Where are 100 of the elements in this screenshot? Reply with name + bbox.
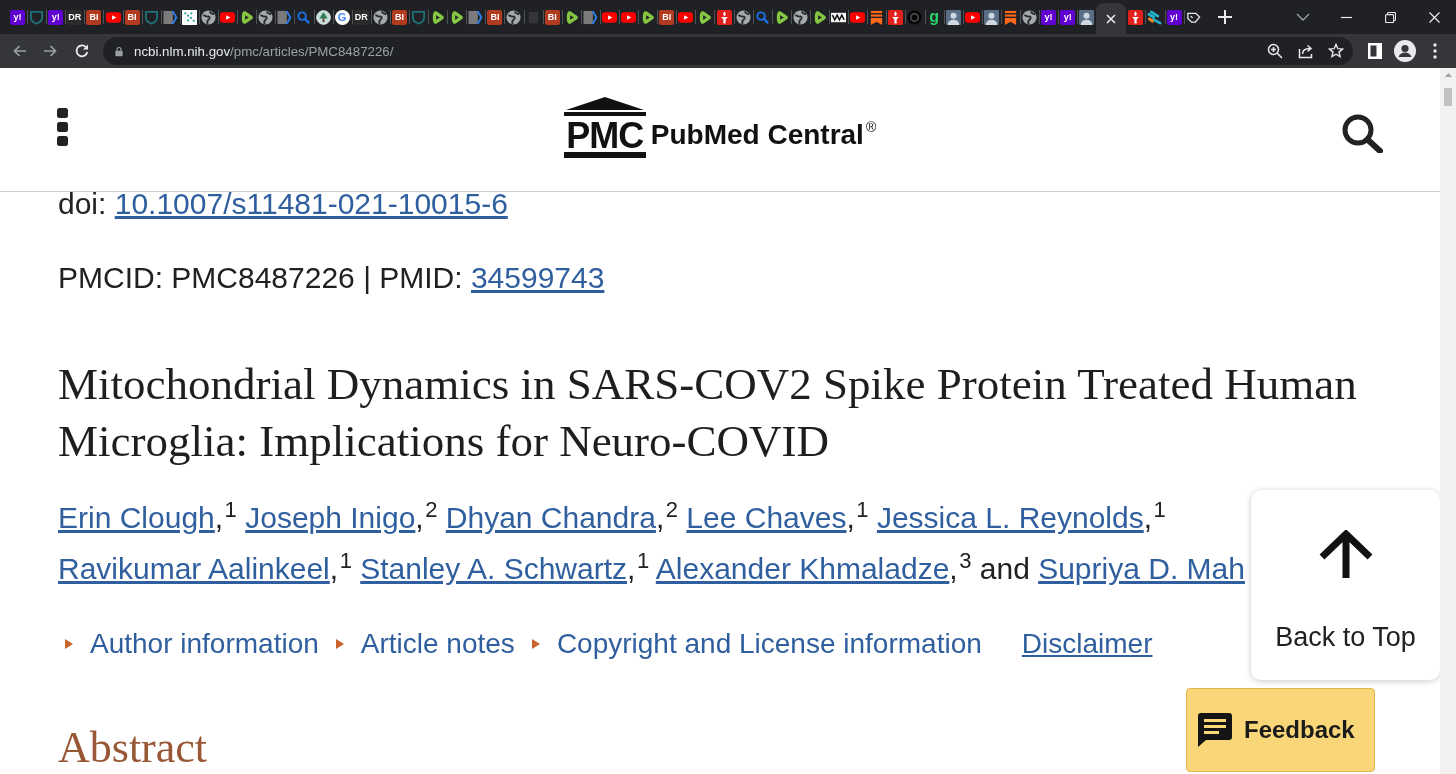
play-icon	[850, 9, 866, 25]
play-icon	[449, 9, 465, 25]
globe-icon	[201, 9, 216, 25]
feedback-button[interactable]: Feedback	[1186, 688, 1375, 772]
chat-bubble-icon	[1198, 713, 1232, 747]
play-icon	[430, 9, 446, 25]
dots-icon	[181, 9, 197, 25]
author-link[interactable]: Joseph Inigo	[245, 501, 416, 534]
chevron-icon	[582, 9, 598, 25]
chevron-icon	[162, 9, 178, 25]
browser-tab[interactable]: g	[924, 0, 944, 34]
lock-icon	[115, 45, 123, 57]
globe-icon	[1022, 9, 1037, 25]
search-icon[interactable]	[1341, 112, 1383, 153]
globe-icon	[258, 9, 274, 25]
author-link[interactable]: Lee Chaves	[686, 501, 847, 534]
menu-icon[interactable]	[1433, 43, 1437, 59]
arrow-right-icon[interactable]	[42, 43, 58, 59]
tree-icon	[315, 9, 331, 25]
globe-icon	[506, 9, 522, 25]
disclaimer-link[interactable]: Disclaimer	[1021, 628, 1153, 660]
globe-icon	[792, 9, 808, 25]
ring-icon	[907, 9, 923, 25]
section-toggle[interactable]: Article notes	[335, 628, 515, 660]
stripes-icon	[1147, 9, 1163, 25]
chevron-icon	[277, 9, 293, 25]
play-icon	[220, 9, 236, 25]
search-icon	[754, 9, 770, 25]
play-icon	[678, 9, 694, 25]
bookmark-icon	[1002, 9, 1018, 25]
chevron-down-icon[interactable]	[1296, 13, 1310, 21]
shield-icon	[411, 9, 426, 25]
torch-icon	[716, 9, 732, 25]
arrow-left-icon[interactable]	[12, 43, 28, 59]
play-icon	[964, 9, 980, 25]
play-icon	[601, 9, 617, 25]
browser-tab[interactable]: y!	[1058, 0, 1078, 34]
person-icon	[945, 9, 961, 25]
bookmark-icon	[869, 9, 885, 25]
article-title: Mitochondrial Dynamics in SARS-COV2 Spike Protein Treated Human Microglia: Implications for Neuro-COVID	[58, 358, 1358, 468]
section-toggle[interactable]: Copyright and License information	[531, 628, 982, 660]
url-text: ncbi.nlm.nih.gov/pmc/articles/PMC8487226/	[134, 43, 394, 59]
author-link[interactable]: Dhyan Chandra	[445, 501, 656, 534]
browser-tab[interactable]: G	[332, 0, 352, 34]
author-link[interactable]: Jessica L. Reynolds	[876, 501, 1144, 534]
browser-tab[interactable]: BI	[84, 0, 104, 34]
close-icon[interactable]	[1428, 11, 1440, 23]
play-icon	[105, 9, 121, 25]
play-icon	[812, 9, 827, 25]
globe-icon	[372, 9, 388, 25]
browser-tab[interactable]: y!	[8, 0, 28, 34]
torch-icon	[1128, 9, 1144, 25]
play-icon	[640, 9, 656, 25]
star-icon[interactable]	[1328, 43, 1344, 59]
section-heading: Abstract	[58, 724, 208, 772]
browser-tab[interactable]: y!	[1039, 0, 1059, 34]
browser-tab[interactable]: BI	[389, 0, 409, 34]
author-link[interactable]: Ravikumar Aalinkeel	[58, 552, 330, 585]
back-to-top-button[interactable]: Back to Top	[1251, 490, 1440, 680]
close-icon[interactable]	[1106, 13, 1117, 24]
scroll-thumb[interactable]	[1444, 88, 1452, 106]
person-icon	[1079, 9, 1095, 25]
logo-title[interactable]: PubMed Central$^{®}$	[650, 120, 877, 150]
side-panel-icon[interactable]	[1368, 43, 1382, 59]
zoom-in-icon[interactable]	[1267, 43, 1283, 59]
address-bar[interactable]: ncbi.nlm.nih.gov/pmc/articles/PMC8487226/	[103, 37, 1353, 65]
author-link[interactable]: Erin Clough	[58, 501, 215, 534]
browser-tab[interactable]: BI	[122, 0, 142, 34]
share-icon[interactable]	[1298, 43, 1314, 59]
author-link[interactable]: Alexander Khmaladze	[655, 552, 950, 585]
play-icon	[697, 9, 713, 25]
section-toggle[interactable]: Author information	[65, 628, 319, 660]
person-icon[interactable]	[1394, 40, 1416, 62]
search-icon	[296, 9, 312, 25]
pmid-link[interactable]: 34599743	[470, 261, 605, 294]
author-link[interactable]: Stanley A. Schwartz	[360, 552, 628, 585]
browser-tab[interactable]: y!	[46, 0, 66, 34]
browser-tab[interactable]: DR	[65, 0, 85, 34]
plus-icon[interactable]	[1217, 10, 1232, 24]
browser-tab[interactable]: BI	[542, 0, 562, 34]
logo-mark[interactable]: PMC	[563, 120, 646, 158]
browser-tab[interactable]: BI	[657, 0, 677, 34]
browser-tab[interactable]	[1096, 3, 1127, 34]
globe-icon	[735, 9, 751, 25]
chevron-icon	[468, 9, 484, 25]
shield-icon	[143, 9, 159, 25]
play-icon	[239, 9, 255, 25]
scrollbar[interactable]	[1440, 68, 1456, 774]
article-ids: PMCID: PMC8487226 | PMID: 34599743	[58, 260, 606, 296]
person-icon	[983, 9, 999, 25]
menu-icon[interactable]	[57, 107, 68, 146]
browser-tab[interactable]: DR	[351, 0, 371, 34]
torch-icon	[888, 9, 904, 25]
play-icon	[621, 9, 637, 25]
browser-tab[interactable]: y!	[1164, 0, 1184, 34]
reload-icon[interactable]	[74, 43, 90, 59]
browser-tab[interactable]: BI	[485, 0, 505, 34]
author-link[interactable]: Supriya D. Mah	[1038, 552, 1245, 585]
shield-icon	[29, 9, 45, 25]
restore-icon[interactable]	[1384, 11, 1396, 23]
